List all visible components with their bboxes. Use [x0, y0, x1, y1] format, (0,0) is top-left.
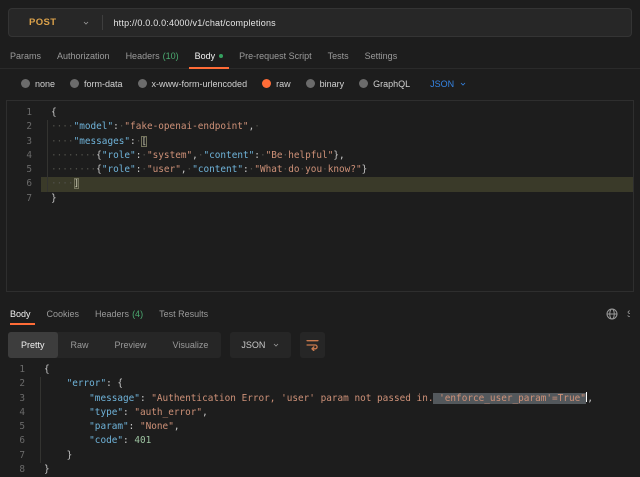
radio-form-data[interactable]: form-data: [70, 79, 123, 89]
code-text: ····]: [41, 177, 633, 191]
chevron-down-icon: [459, 80, 467, 88]
divider: [102, 15, 103, 30]
response-body-viewer[interactable]: 1{2 "error": {3 "message": "Authenticati…: [0, 363, 640, 477]
line-number: 5: [0, 420, 34, 434]
tab-headers[interactable]: Headers (10): [118, 44, 187, 68]
radio-icon: [306, 79, 315, 88]
indent-guide: [47, 120, 48, 192]
code-text: "error": {: [34, 377, 640, 391]
radio-raw[interactable]: raw: [262, 79, 291, 89]
code-line: 3····"messages":·[: [7, 135, 633, 149]
line-number: 3: [0, 392, 34, 406]
body-type-options: none form-data x-www-form-urlencoded raw…: [0, 69, 640, 98]
code-text: "code": 401: [34, 434, 640, 448]
body-modified-dot: [219, 54, 223, 58]
line-number: 5: [7, 163, 41, 177]
code-line: 4 "type": "auth_error",: [0, 406, 640, 420]
wrap-text-button[interactable]: [300, 332, 325, 358]
code-line: 6 "code": 401: [0, 434, 640, 448]
line-number: 6: [7, 177, 41, 191]
tab-authorization[interactable]: Authorization: [49, 44, 118, 68]
code-line: 1{: [0, 363, 640, 377]
code-text: }: [34, 449, 640, 463]
code-line: 1{: [7, 106, 633, 120]
line-number: 4: [0, 406, 34, 420]
globe-icon[interactable]: [606, 308, 618, 320]
method-label: POST: [9, 17, 56, 28]
code-text: {: [34, 363, 640, 377]
line-number: 7: [7, 192, 41, 206]
request-tabs: Params Authorization Headers (10) Body P…: [0, 44, 640, 69]
radio-icon: [21, 79, 30, 88]
chevron-down-icon: [272, 341, 280, 349]
code-line: 2 "error": {: [0, 377, 640, 391]
code-line: 4········{"role":·"system",·"content":·"…: [7, 149, 633, 163]
code-line: 5········{"role":·"user",·"content":·"Wh…: [7, 163, 633, 177]
request-body-editor[interactable]: 1{2····"model":·"fake-openai-endpoint",·…: [6, 100, 634, 292]
response-format-dropdown[interactable]: JSON: [230, 332, 291, 358]
code-text: }: [41, 192, 633, 206]
method-dropdown[interactable]: POST: [9, 17, 90, 28]
view-raw-button[interactable]: Raw: [58, 332, 102, 358]
tab-tests[interactable]: Tests: [320, 44, 357, 68]
code-text: "type": "auth_error",: [34, 406, 640, 420]
response-headers-count-badge: (4): [132, 309, 143, 319]
tab-settings[interactable]: Settings: [357, 44, 406, 68]
tab-params[interactable]: Params: [10, 44, 49, 68]
code-text: ····"model":·"fake-openai-endpoint",·: [41, 120, 633, 134]
headers-count-badge: (10): [163, 51, 179, 61]
response-tab-headers[interactable]: Headers (4): [87, 302, 151, 325]
code-line: 2····"model":·"fake-openai-endpoint",·: [7, 120, 633, 134]
code-text: "message": "Authentication Error, 'user'…: [34, 392, 640, 406]
view-visualize-button[interactable]: Visualize: [160, 332, 222, 358]
radio-binary[interactable]: binary: [306, 79, 345, 89]
code-line: 5 "param": "None",: [0, 420, 640, 434]
response-tab-cookies[interactable]: Cookies: [39, 302, 88, 325]
url-input[interactable]: http://0.0.0.0:4000/v1/chat/completions: [113, 18, 275, 28]
radio-icon: [138, 79, 147, 88]
response-tab-test-results[interactable]: Test Results: [151, 302, 216, 325]
code-line: 7 }: [0, 449, 640, 463]
tab-body[interactable]: Body: [187, 44, 232, 68]
line-number: 2: [7, 120, 41, 134]
code-text: ········{"role":·"system",·"content":·"B…: [41, 149, 633, 163]
view-preview-button[interactable]: Preview: [102, 332, 160, 358]
view-pretty-button[interactable]: Pretty: [8, 332, 58, 358]
radio-x-www-form-urlencoded[interactable]: x-www-form-urlencoded: [138, 79, 248, 89]
radio-selected-icon: [262, 79, 271, 88]
response-toolbar: Pretty Raw Preview Visualize JSON: [8, 332, 640, 358]
line-number: 1: [7, 106, 41, 120]
chevron-down-icon: [82, 19, 90, 27]
radio-icon: [359, 79, 368, 88]
tab-pre-request-script[interactable]: Pre-request Script: [231, 44, 320, 68]
indent-guide: [40, 377, 41, 463]
line-number: 8: [0, 463, 34, 477]
code-line: 3 "message": "Authentication Error, 'use…: [0, 392, 640, 406]
line-number: 2: [0, 377, 34, 391]
line-number: 1: [0, 363, 34, 377]
line-number: 4: [7, 149, 41, 163]
radio-none[interactable]: none: [21, 79, 55, 89]
line-number: 3: [7, 135, 41, 149]
status-text-clipped: S: [627, 309, 630, 319]
wrap-text-icon: [306, 339, 319, 351]
code-text: "param": "None",: [34, 420, 640, 434]
code-line: 8}: [0, 463, 640, 477]
code-line: 6····]: [7, 177, 633, 191]
response-tab-body[interactable]: Body: [10, 302, 39, 325]
response-view-switcher: Pretty Raw Preview Visualize: [8, 332, 221, 358]
request-url-bar: POST http://0.0.0.0:4000/v1/chat/complet…: [8, 8, 632, 37]
radio-icon: [70, 79, 79, 88]
line-number: 6: [0, 434, 34, 448]
response-tabs: Body Cookies Headers (4) Test Results S: [0, 302, 640, 325]
code-text: ········{"role":·"user",·"content":·"Wha…: [41, 163, 633, 177]
line-number: 7: [0, 449, 34, 463]
code-line: 7}: [7, 192, 633, 206]
code-text: {: [41, 106, 633, 120]
radio-graphql[interactable]: GraphQL: [359, 79, 410, 89]
raw-format-dropdown[interactable]: JSON: [430, 79, 467, 89]
code-text: }: [34, 463, 640, 477]
code-text: ····"messages":·[: [41, 135, 633, 149]
